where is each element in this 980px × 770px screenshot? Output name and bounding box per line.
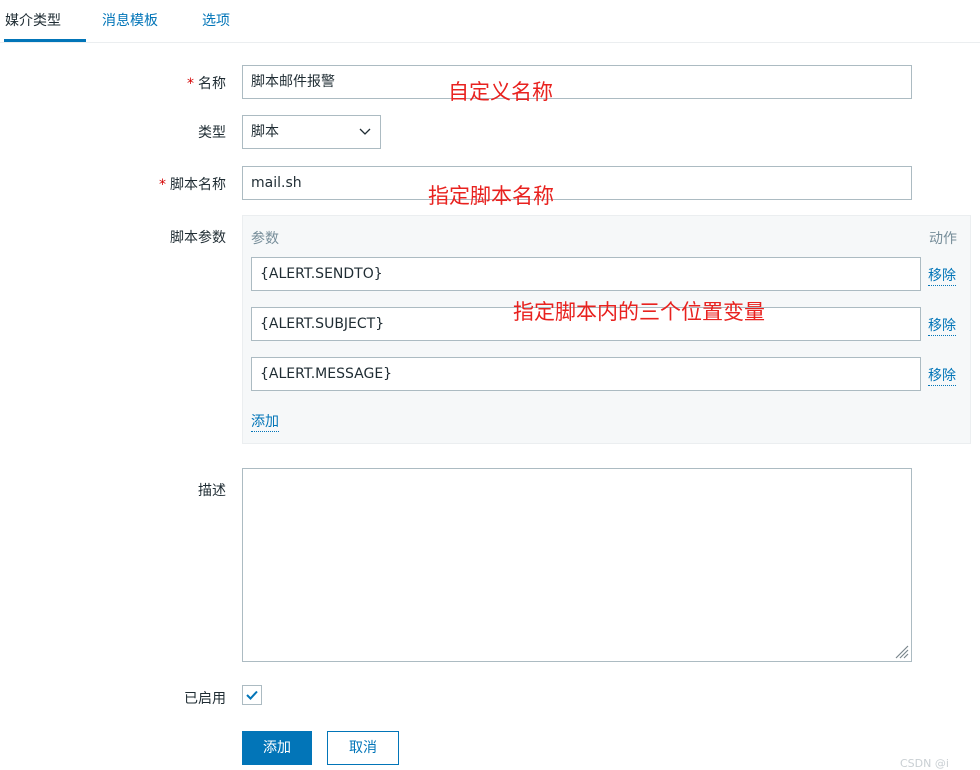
add-param-link[interactable]: 添加 [251,411,279,432]
tab-options[interactable]: 选项 [202,10,230,30]
enabled-checkbox[interactable] [242,685,262,705]
watermark-text: CSDN @i [900,757,949,770]
name-input[interactable]: 脚本邮件报警 [242,65,912,99]
script-name-annotation: 指定脚本名称 [428,184,554,208]
type-select[interactable]: 脚本 [242,115,381,149]
tab-media-type[interactable]: 媒介类型 [5,10,61,30]
remove-param-2-link[interactable]: 移除 [928,315,956,336]
script-name-label: * 脚本名称 [159,177,226,193]
resize-grip-icon[interactable] [893,643,909,659]
description-label: 描述 [198,483,226,499]
script-params-label: 脚本参数 [170,230,226,246]
name-label: * 名称 [187,76,226,92]
active-tab-indicator [4,39,86,42]
params-column-header: 参数 [251,231,279,247]
type-select-value: 脚本 [251,124,279,140]
type-label: 类型 [198,125,226,141]
remove-param-1-link[interactable]: 移除 [928,265,956,286]
remove-param-3-link[interactable]: 移除 [928,365,956,386]
cancel-button[interactable]: 取消 [327,731,399,765]
params-annotation: 指定脚本内的三个位置变量 [513,300,765,324]
param-input-3[interactable]: {ALERT.MESSAGE} [251,357,921,391]
action-column-header: 动作 [929,231,957,247]
tab-message-templates[interactable]: 消息模板 [102,10,158,30]
enabled-label: 已启用 [184,691,226,707]
required-marker: * [187,76,194,92]
add-button[interactable]: 添加 [242,731,312,765]
param-input-1[interactable]: {ALERT.SENDTO} [251,257,921,291]
checkmark-icon [246,690,258,700]
required-marker: * [159,177,166,193]
script-name-input[interactable]: mail.sh [242,166,912,200]
description-textarea[interactable] [242,468,912,662]
name-annotation: 自定义名称 [448,80,553,104]
tab-bar: 媒介类型 消息模板 选项 [0,0,980,43]
chevron-down-icon [359,128,371,135]
